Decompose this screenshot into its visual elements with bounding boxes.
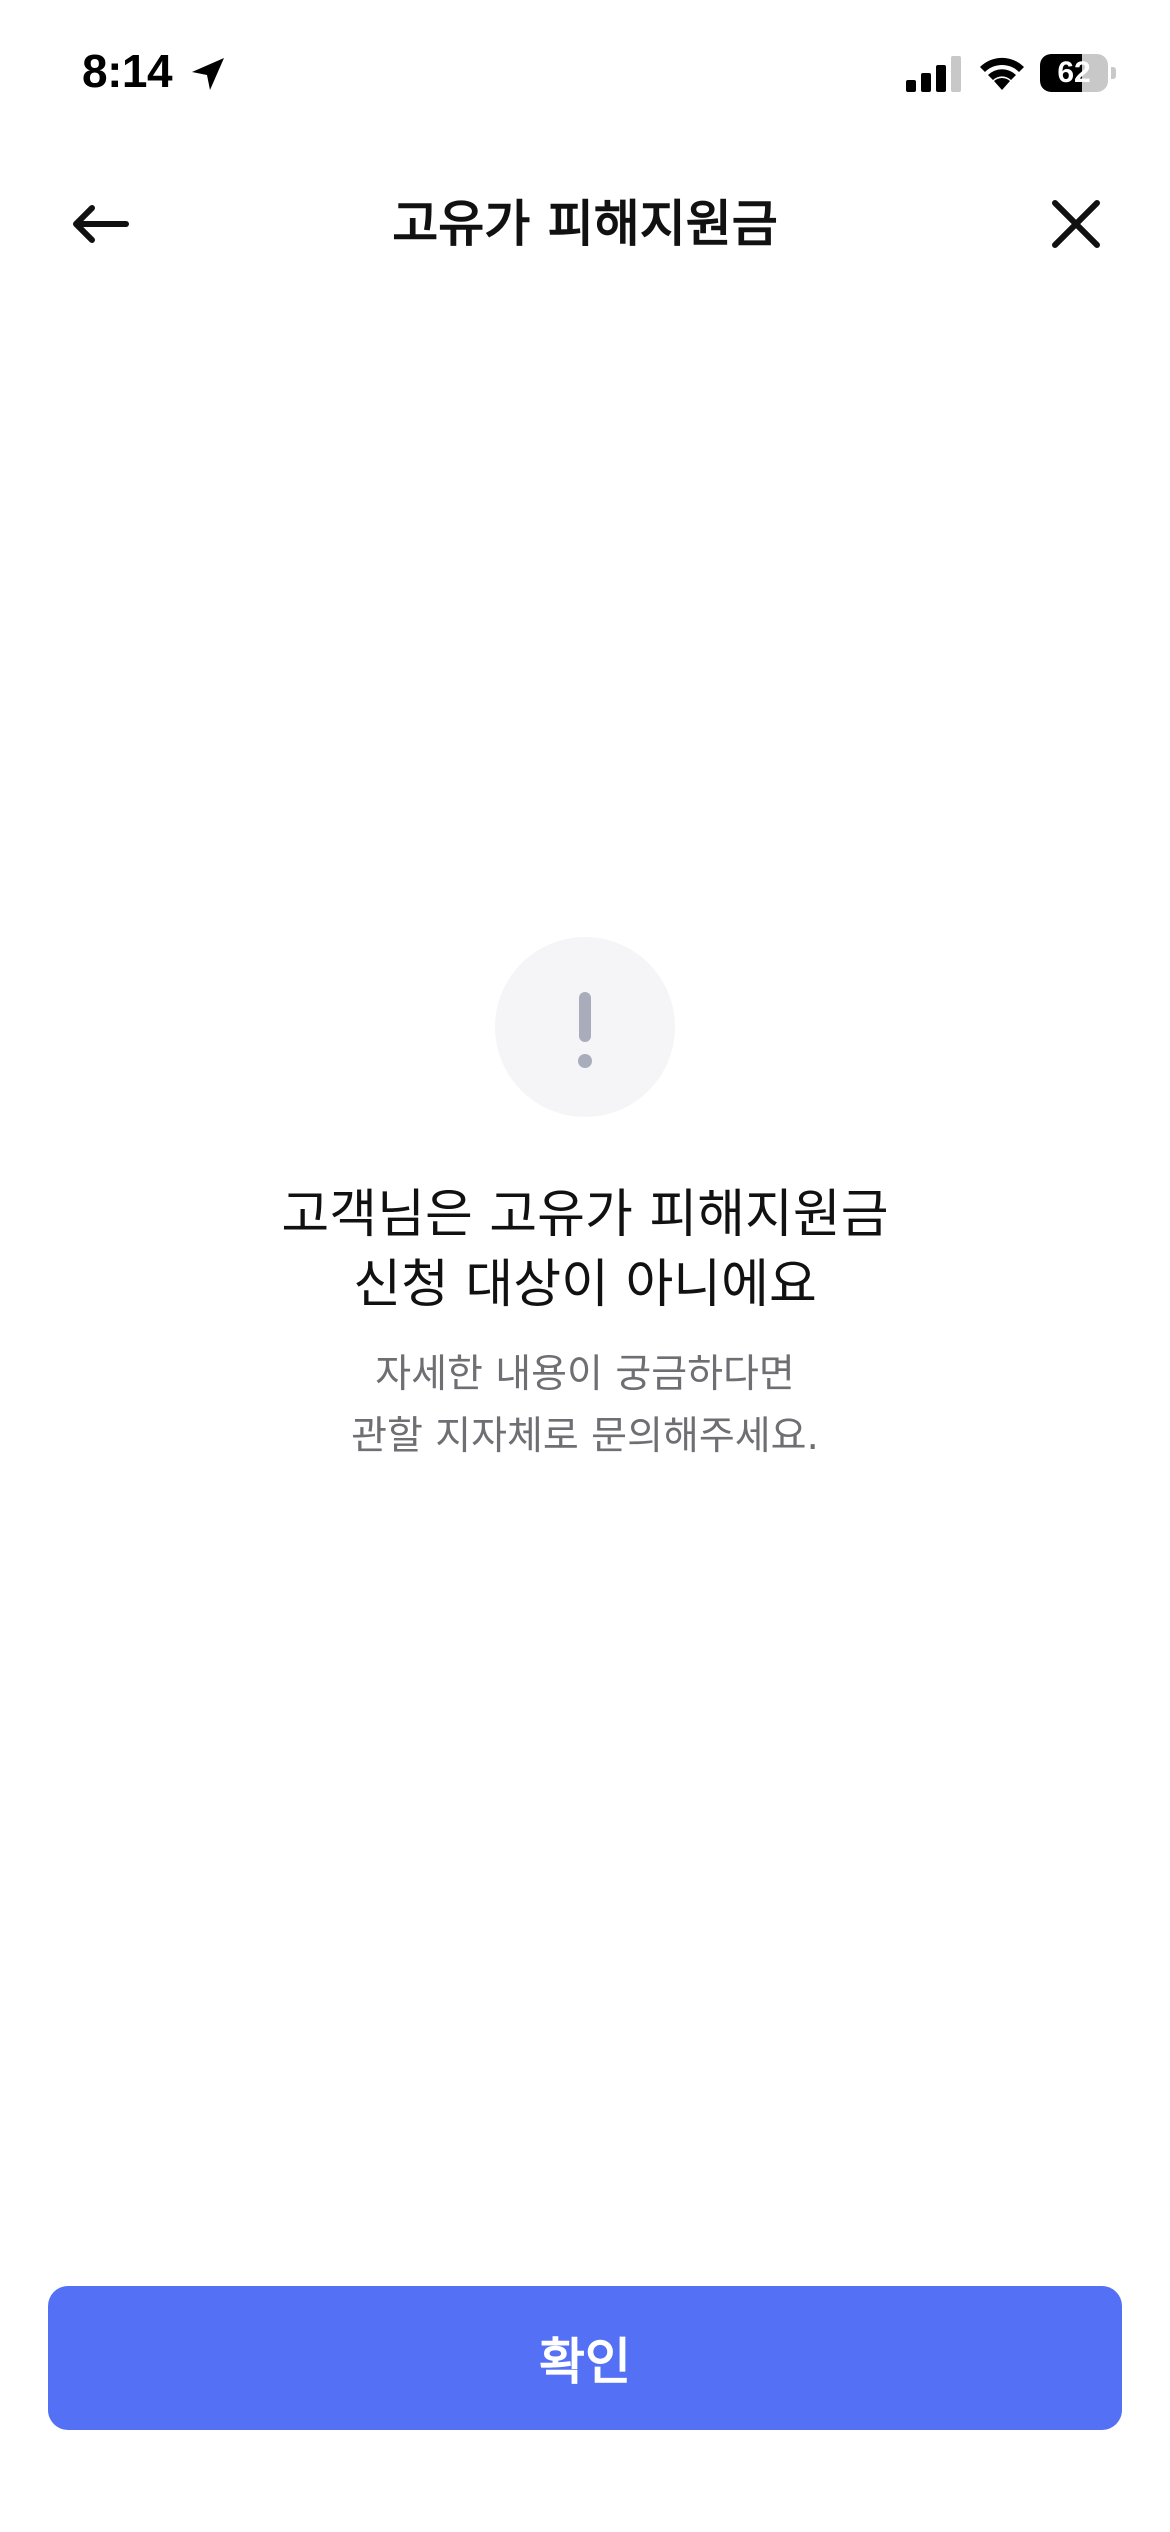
location-arrow-icon bbox=[188, 54, 228, 94]
result-title-line-2: 신청 대상이 아니에요 bbox=[353, 1255, 817, 1315]
battery-icon: 62 bbox=[1040, 54, 1116, 92]
confirm-button[interactable]: 확인 bbox=[48, 2286, 1122, 2430]
result-description: 자세한 내용이 궁금하다면 관할 지자체로 문의해주세요. bbox=[100, 1344, 1070, 1468]
result-description-line-1: 자세한 내용이 궁금하다면 bbox=[375, 1352, 795, 1397]
battery-tip bbox=[1111, 67, 1116, 79]
battery-body: 62 bbox=[1040, 54, 1108, 92]
close-icon bbox=[1052, 200, 1100, 248]
nav-header: 고유가 피해지원금 bbox=[0, 170, 1170, 280]
battery-level: 62 bbox=[1057, 56, 1091, 89]
result-title-line-1: 고객님은 고유가 피해지원금 bbox=[281, 1185, 889, 1245]
status-time: 8:14 bbox=[82, 45, 173, 97]
exclamation-icon bbox=[578, 992, 592, 1068]
arrow-left-icon bbox=[73, 205, 129, 243]
back-button[interactable] bbox=[60, 184, 140, 264]
result-description-line-2: 관할 지자체로 문의해주세요. bbox=[351, 1414, 819, 1459]
status-bar: 8:14 62 bbox=[0, 0, 1170, 150]
alert-icon-circle bbox=[495, 937, 675, 1117]
result-title: 고객님은 고유가 피해지원금 신청 대상이 아니에요 bbox=[100, 1180, 1070, 1320]
cellular-signal-icon bbox=[906, 56, 962, 92]
close-button[interactable] bbox=[1036, 184, 1116, 264]
page-title: 고유가 피해지원금 bbox=[392, 195, 778, 253]
wifi-icon bbox=[976, 52, 1028, 92]
